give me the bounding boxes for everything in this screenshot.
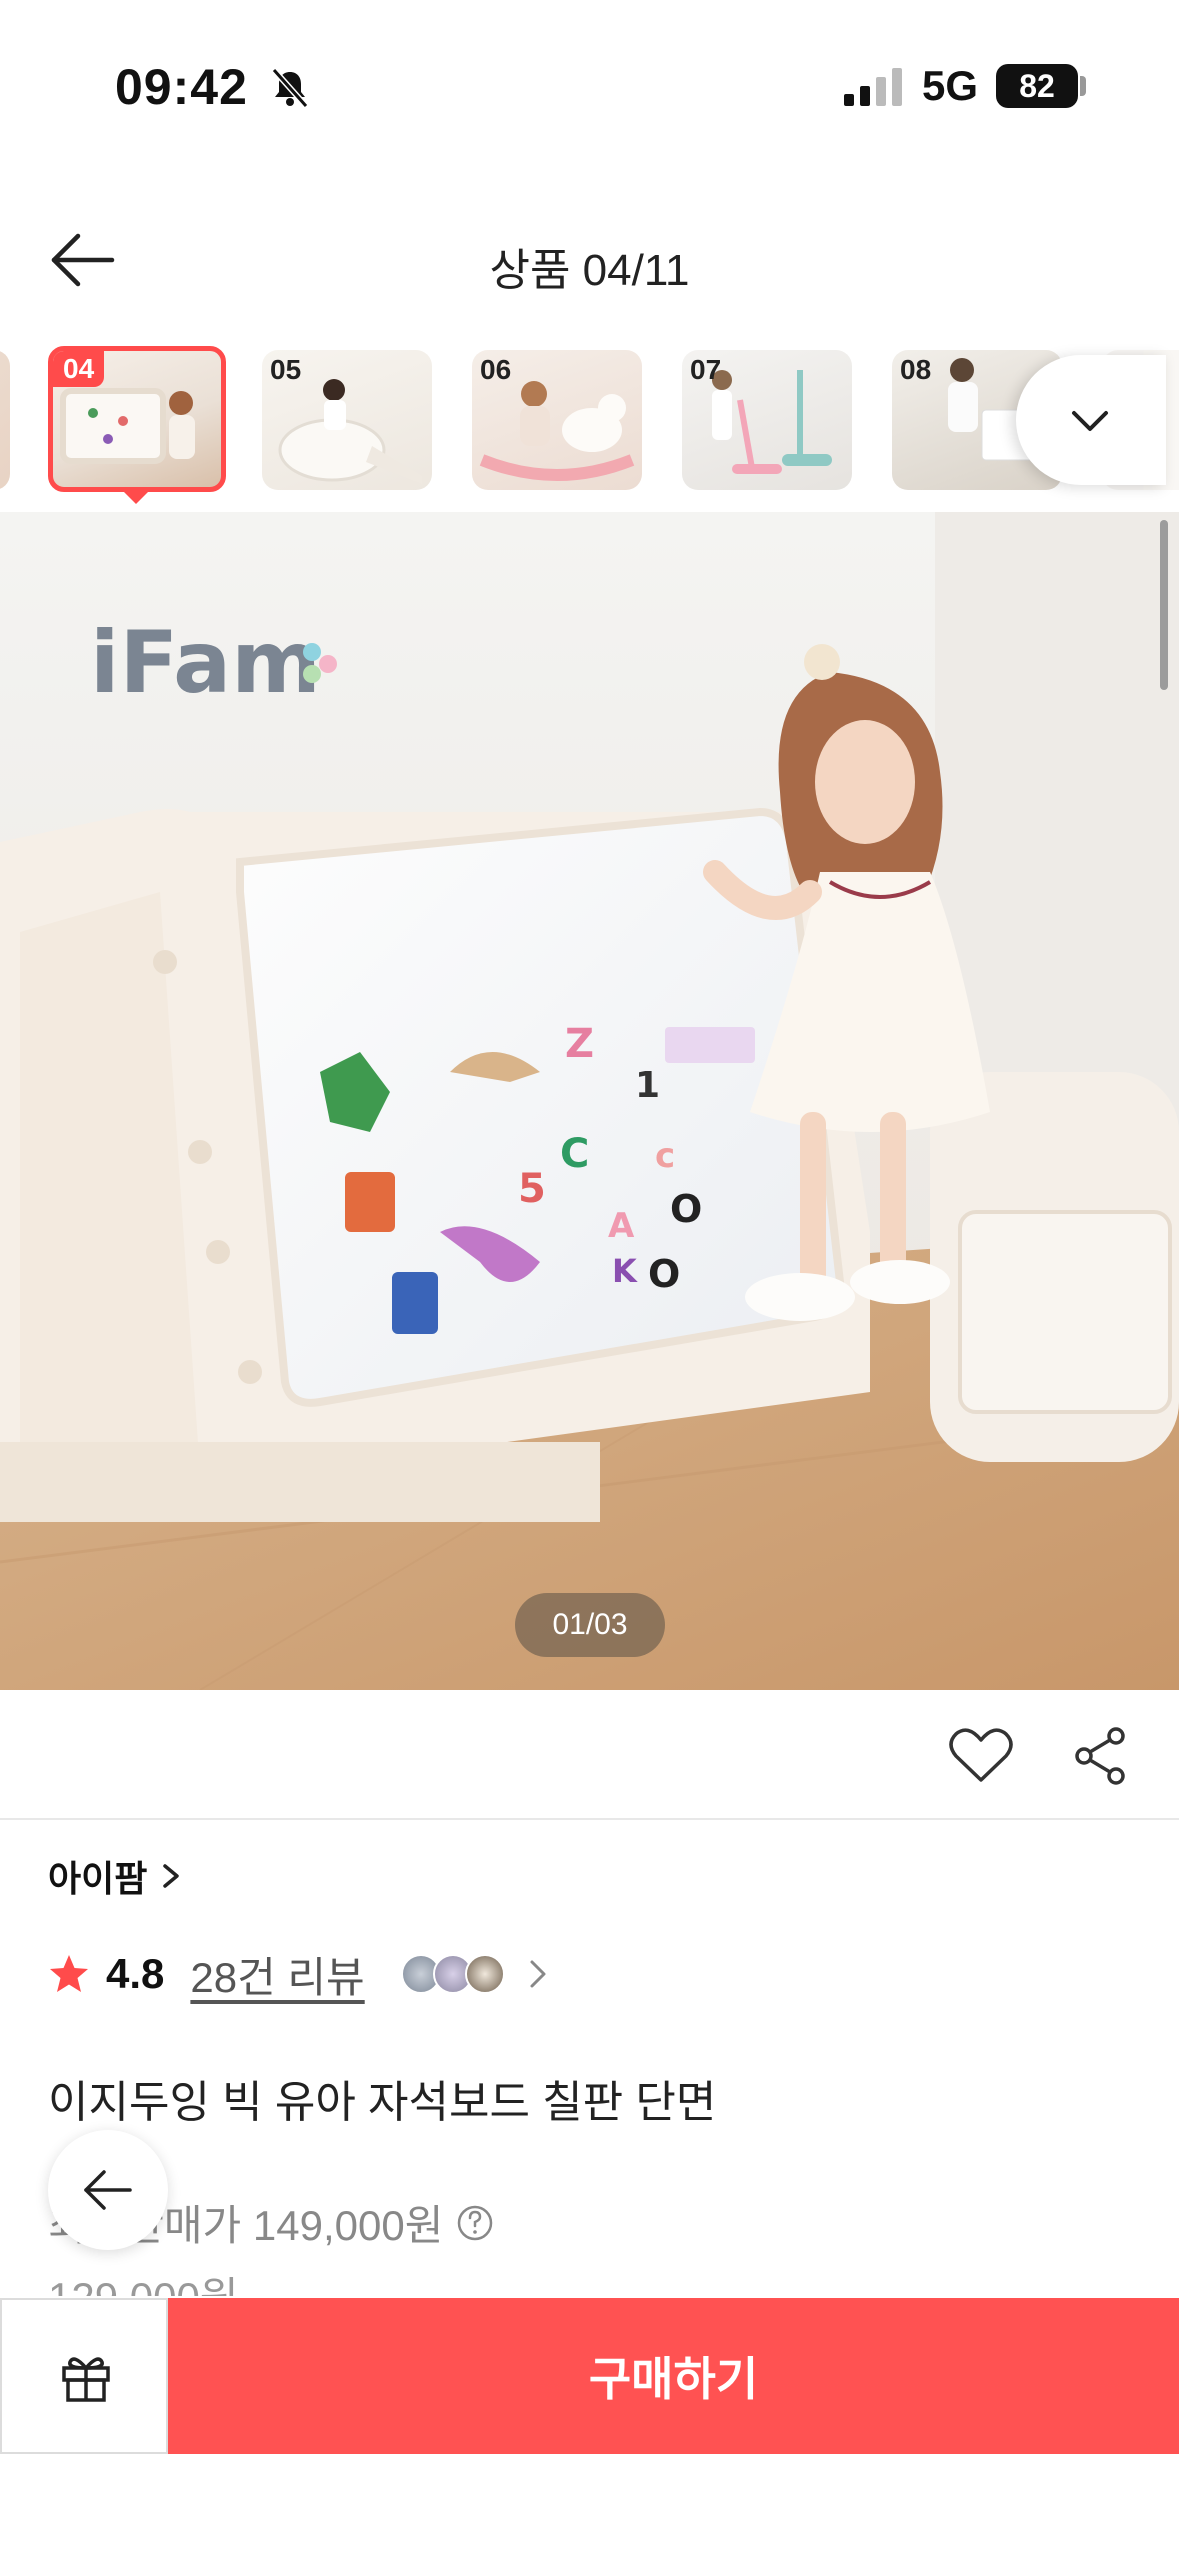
svg-text:C: C [560,1131,589,1177]
star-icon [50,1955,88,1992]
gift-button[interactable] [0,2298,168,2454]
thumbnail-05[interactable]: 05 [262,350,432,490]
thumbnail-07[interactable]: 07 [682,350,852,490]
signal-icon [844,68,902,106]
avatar [464,1954,505,1994]
status-time: 09:42 [115,59,248,115]
brand-name: 아이팜 [48,1858,148,1899]
svg-text:5: 5 [518,1166,546,1212]
product-image[interactable]: Z 1 C 5 c O A K O iFam [0,512,1179,1690]
bottom-bar: 구매하기 [0,2296,1179,2556]
svg-text:1: 1 [635,1065,660,1106]
review-count-link[interactable]: 28건 리뷰 [190,1944,364,2005]
brand-link[interactable]: 아이팜 [48,1848,185,1904]
chevron-right-icon[interactable] [525,1957,551,1991]
thumbnail-number: 05 [270,354,302,385]
thumbnail-number: 08 [900,354,932,385]
thumbnail-strip: 04 05 06 07 08 [0,340,1179,515]
page-title: 상품 04/11 [489,246,690,295]
thumbnail-number: 04 [53,351,105,387]
thumbnail-04[interactable]: 04 [48,346,226,492]
rating-value: 4.8 [106,1950,165,1997]
battery-indicator: 82 [996,64,1078,108]
svg-text:O: O [670,1187,702,1231]
thumbnail-partial[interactable] [0,350,10,490]
thumbnail-number: 07 [690,354,722,385]
reviewer-avatars[interactable] [400,1954,505,1994]
expand-thumbnails-button[interactable] [1016,355,1166,485]
header: 상품 04/11 [0,200,1179,320]
brand-logo-text: iFam [90,613,321,713]
product-title: 이지두잉 빅 유아 자석보드 칠판 단면 [48,2078,717,2127]
product-photo: Z 1 C 5 c O A K O iFam [0,512,1179,1690]
buy-button[interactable]: 구매하기 [168,2298,1179,2454]
help-icon[interactable] [455,2203,495,2243]
svg-text:O: O [648,1252,680,1296]
gift-icon [62,2357,110,2402]
floating-back-button[interactable] [48,2130,168,2250]
scrollbar[interactable] [1160,520,1168,690]
svg-text:K: K [612,1252,638,1290]
bell-muted-icon [271,68,309,108]
sale-price: 129,000원 [48,2274,239,2298]
svg-text:A: A [608,1206,635,1246]
battery-tip [1080,76,1086,96]
network-label: 5G [922,62,979,109]
back-arrow-icon [84,2170,132,2210]
thumbnail-06[interactable]: 06 [472,350,642,490]
actions-row [0,1690,1179,1820]
rating-row: 4.8 28건 리뷰 [48,1942,551,2006]
status-bar: 09:42 5G 82 [0,0,1179,170]
image-counter: 01/03 [515,1593,665,1657]
share-icon[interactable] [1072,1726,1130,1786]
heart-icon[interactable] [948,1726,1014,1786]
chevron-down-icon [1072,411,1108,431]
svg-text:c: c [655,1136,675,1176]
chevron-right-icon [163,1864,180,1888]
active-thumbnail-pointer [122,490,150,504]
thumbnail-number: 06 [480,354,512,385]
svg-text:Z: Z [565,1021,594,1067]
